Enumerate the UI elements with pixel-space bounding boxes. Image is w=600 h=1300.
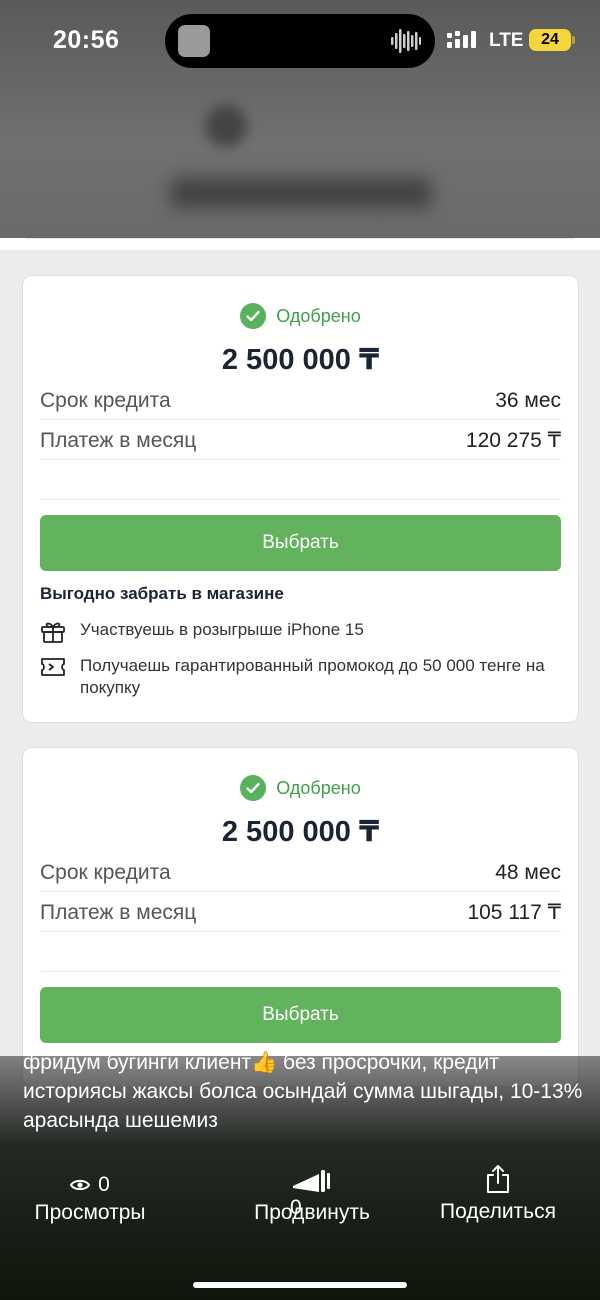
select-button[interactable]: Выбрать [40,515,561,571]
perk-item: Получаешь гарантированный промокод до 50… [40,655,561,699]
views-stat[interactable]: 0 Просмотры [24,1172,156,1225]
perk-text: Участвуешь в розыгрыше iPhone 15 [80,620,364,639]
eye-icon [70,1179,91,1191]
approved-label: Одобрено [276,305,361,326]
megaphone-icon [293,1170,330,1192]
promote-button[interactable]: Продвинуть 0 [240,1168,384,1225]
views-count: 0 [98,1173,110,1196]
promote-label: Продвинуть [254,1201,370,1224]
views-label: Просмотры [34,1201,146,1224]
loan-amount: 2 500 000 ₸ [221,816,380,848]
payment-value: 105 117 ₸ [467,901,561,924]
payment-value: 120 275 ₸ [465,429,561,452]
payment-row: Платеж в месяц 120 275 ₸ [40,422,561,460]
audio-wave-icon [391,29,421,53]
divider [40,971,561,972]
gift-icon [40,619,66,650]
network-type: LTE [489,30,524,51]
battery-tip [572,36,575,44]
approved-label: Одобрено [276,777,361,798]
term-label: Срок кредита [40,860,171,884]
story-caption: фридум бугинги клиент👍 без просрочки, кр… [23,1051,583,1132]
check-circle-icon [240,775,267,801]
approved-status: Одобрено [23,774,578,802]
payment-row: Платеж в месяц 105 117 ₸ [40,894,561,932]
content-top-edge [0,238,600,250]
share-icon [487,1165,509,1193]
promo-title: Выгодно забрать в магазине [40,584,284,603]
perk-item: Участвуешь в розыгрыше iPhone 15 [40,619,561,650]
term-value: 36 мес [495,388,561,412]
dynamic-island[interactable] [165,14,435,68]
status-time: 20:56 [53,26,120,54]
term-value: 48 мес [495,860,561,884]
media-thumbnail [178,25,210,57]
blurred-title [170,178,432,208]
battery-icon: 24 [529,29,571,51]
home-indicator[interactable] [193,1282,407,1288]
term-label: Срок кредита [40,388,171,412]
loan-offer-card: Одобрено 2 500 000 ₸ Срок кредита 48 мес… [22,747,579,1087]
term-row: Срок кредита 36 мес [40,382,561,420]
divider [40,499,561,500]
blurred-logo [205,105,247,147]
payment-label: Платеж в месяц [40,428,197,452]
loan-offer-card: Одобрено 2 500 000 ₸ Срок кредита 36 мес… [22,275,579,723]
ticket-icon [40,655,66,684]
perk-text: Получаешь гарантированный промокод до 50… [80,656,545,697]
loan-amount: 2 500 000 ₸ [221,344,380,376]
select-button[interactable]: Выбрать [40,987,561,1043]
share-label: Поделиться [440,1200,556,1223]
approved-status: Одобрено [23,302,578,330]
payment-label: Платеж в месяц [40,900,197,924]
promote-count: 0 [290,1196,302,1219]
cellular-signal-icon [447,31,476,48]
share-button[interactable]: Поделиться [428,1164,568,1224]
term-row: Срок кредита 48 мес [40,854,561,892]
check-circle-icon [240,303,267,329]
